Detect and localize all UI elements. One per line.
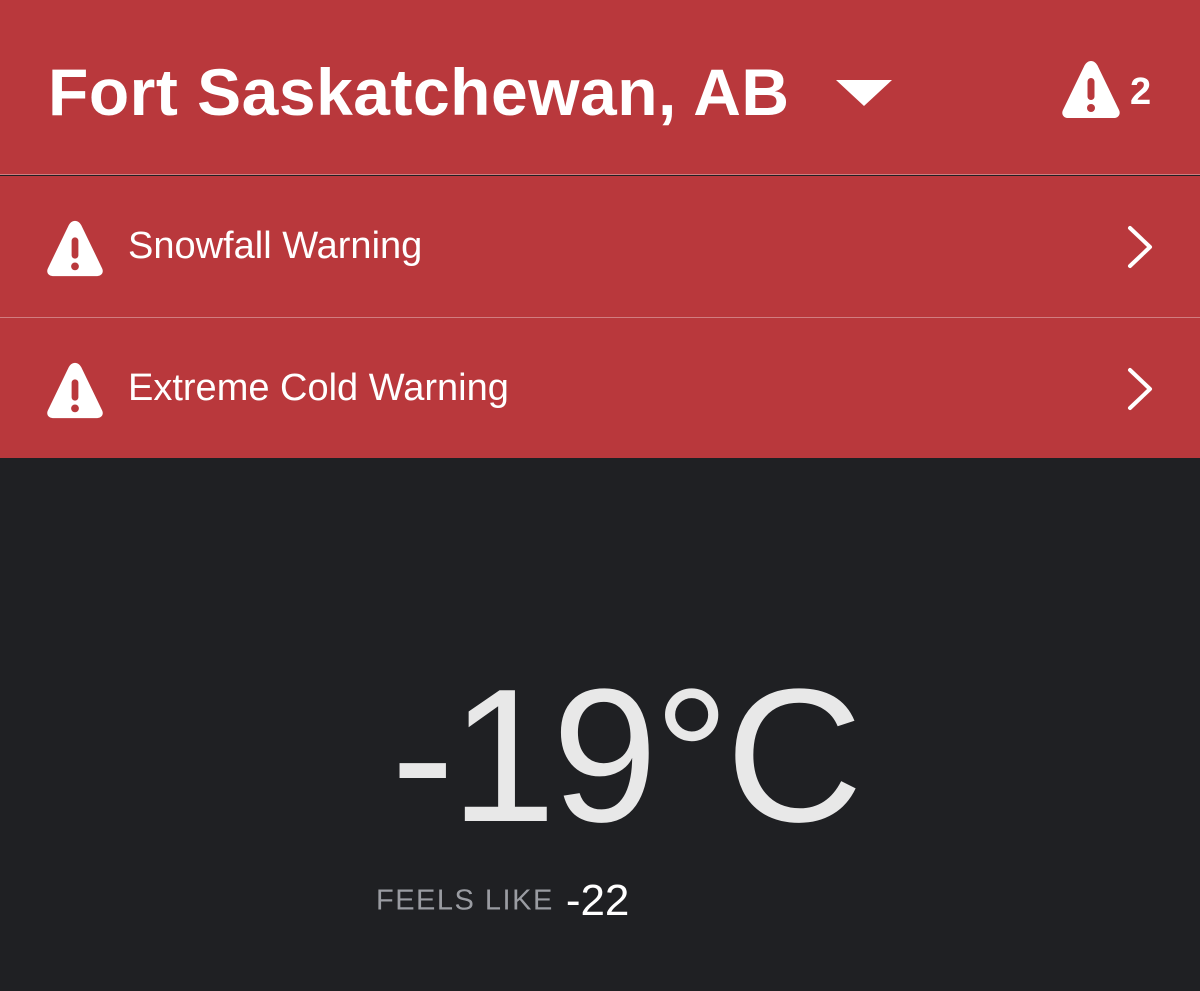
warning-triangle-icon [1062,61,1120,118]
feels-like-value: -22 [565,876,630,925]
chevron-right-icon [1128,226,1152,268]
warning-triangle-icon [47,220,103,277]
alert-row-snowfall[interactable]: Snowfall Warning [0,176,1200,318]
alerts-count-badge: 2 [1130,71,1152,113]
current-temperature: -19°C [391,650,863,862]
alert-row-extreme-cold[interactable]: Extreme Cold Warning [0,318,1200,458]
alerts-button[interactable]: 2 [1060,58,1160,122]
location-header: Fort Saskatchewan, AB 2 [0,0,1200,175]
alert-label: Extreme Cold Warning [128,367,509,409]
alert-label: Snowfall Warning [128,225,423,267]
feels-like: FEELS LIKE -22 [376,876,629,926]
chevron-right-icon [1128,368,1152,410]
weather-app: Fort Saskatchewan, AB 2 Snowfall Warning [0,0,1200,991]
warning-triangle-icon [47,362,103,419]
chevron-down-icon[interactable] [836,80,892,106]
current-conditions: -19°C FEELS LIKE -22 [0,458,1200,991]
feels-like-label: FEELS LIKE [376,884,554,917]
location-title[interactable]: Fort Saskatchewan, AB [48,52,790,132]
